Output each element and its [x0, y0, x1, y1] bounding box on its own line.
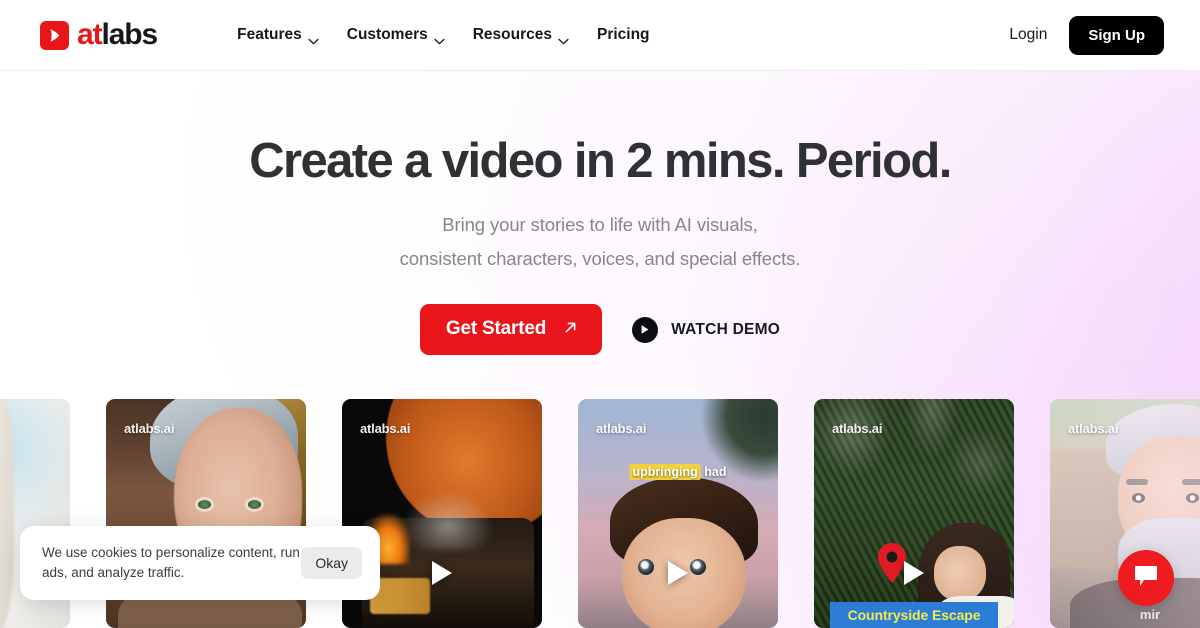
main-navigation: Features Customers Resources Pricing	[237, 26, 650, 44]
brand-wordmark: atlabs	[77, 18, 158, 51]
watch-demo-button[interactable]: WATCH DEMO	[632, 316, 781, 343]
play-button-icon[interactable]	[422, 553, 462, 593]
nav-label-customers: Customers	[346, 26, 428, 43]
video-banner-label: Countryside Escape	[830, 602, 998, 628]
video-card-boy-3d[interactable]: atlabs.ai upbringing had	[578, 399, 778, 628]
header-actions: Login Sign Up	[1009, 15, 1164, 55]
signup-button[interactable]: Sign Up	[1069, 15, 1164, 55]
brand-word-at: at	[77, 18, 103, 51]
watermark-label: atlabs.ai	[360, 421, 411, 436]
chat-bubble-icon	[1133, 564, 1159, 593]
play-logo-icon	[40, 20, 69, 50]
hero-cta-row: Get Started WATCH DEMO	[0, 304, 1200, 356]
cookie-consent-banner: We use cookies to personalize content, r…	[20, 526, 380, 600]
caption-highlight-word: upbringing	[629, 464, 701, 480]
cookie-message: We use cookies to personalize content, r…	[42, 545, 300, 580]
chevron-down-icon	[558, 32, 569, 44]
site-header: atlabs Features Customers Resources Pric…	[0, 0, 1200, 71]
landing-page: atlabs Features Customers Resources Pric…	[0, 0, 1200, 628]
play-button-icon[interactable]	[894, 553, 934, 593]
watch-demo-label: WATCH DEMO	[671, 320, 781, 338]
nav-label-features: Features	[237, 26, 302, 43]
arrow-up-right-icon	[563, 320, 578, 338]
cookie-accept-button[interactable]: Okay	[301, 547, 362, 579]
page-title: Create a video in 2 mins. Period.	[249, 134, 952, 188]
caption-rest-word: had	[704, 465, 727, 479]
nav-label-pricing: Pricing	[596, 26, 650, 43]
chevron-down-icon	[308, 32, 319, 44]
chat-bubble-button[interactable]	[1118, 550, 1174, 606]
get-started-button[interactable]: Get Started	[419, 304, 603, 356]
chevron-down-icon	[434, 32, 445, 44]
hero-section: Create a video in 2 mins. Period. Bring …	[0, 71, 1200, 356]
brand-logo[interactable]: atlabs	[40, 18, 158, 51]
nav-item-resources[interactable]: Resources	[473, 26, 569, 44]
hero-subtitle: Bring your stories to life with AI visua…	[0, 208, 1200, 276]
watermark-label: atlabs.ai	[596, 421, 647, 436]
watermark-label: atlabs.ai	[1068, 421, 1119, 436]
nav-item-customers[interactable]: Customers	[347, 26, 445, 44]
play-circle-icon	[632, 316, 659, 343]
hero-subtitle-line1: Bring your stories to life with AI visua…	[442, 213, 758, 235]
video-caption: upbringing had	[629, 464, 727, 480]
login-link[interactable]: Login	[1009, 26, 1047, 44]
play-button-icon[interactable]	[658, 553, 698, 593]
nav-item-pricing[interactable]: Pricing	[597, 26, 650, 44]
watermark-label: atlabs.ai	[832, 421, 883, 436]
nav-label-resources: Resources	[472, 26, 552, 43]
brand-word-labs: labs	[101, 18, 158, 51]
get-started-label: Get Started	[445, 318, 547, 340]
watermark-label: atlabs.ai	[124, 421, 175, 436]
hero-subtitle-line2: consistent characters, voices, and speci…	[399, 248, 801, 270]
nav-item-features[interactable]: Features	[237, 26, 319, 44]
video-card-countryside[interactable]: atlabs.ai Countryside Escape	[814, 399, 1014, 628]
